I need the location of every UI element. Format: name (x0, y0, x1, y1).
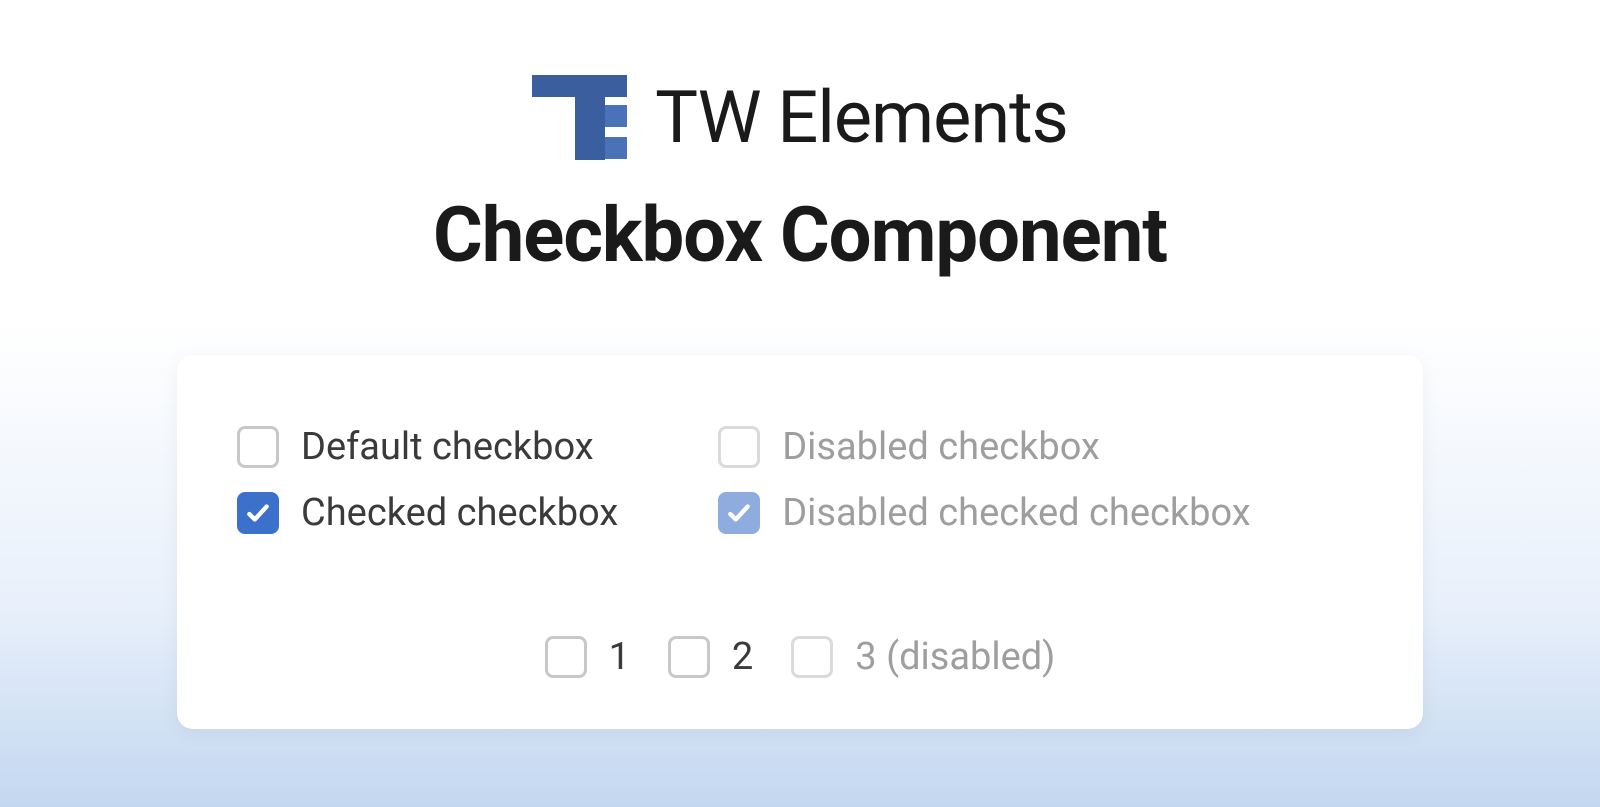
checkbox-item-inline-1: 1 (545, 635, 630, 679)
checkbox-label: 3 (disabled) (855, 635, 1055, 679)
checkbox-inline-2[interactable] (668, 636, 710, 678)
demo-card: Default checkbox Checked checkbox Disabl… (177, 355, 1423, 729)
logo-icon (532, 75, 627, 160)
checkbox-column-right: Disabled checkbox Disabled checked check… (718, 425, 1250, 535)
checkbox-inline-1[interactable] (545, 636, 587, 678)
checkbox-item-disabled: Disabled checkbox (718, 425, 1250, 469)
brand: TW Elements (532, 75, 1068, 160)
checkbox-label: Disabled checkbox (782, 425, 1100, 469)
checkbox-label: Default checkbox (301, 425, 594, 469)
checkbox-item-disabled-checked: Disabled checked checkbox (718, 491, 1250, 535)
checkbox-item-checked: Checked checkbox (237, 491, 618, 535)
check-icon (726, 500, 752, 526)
checkbox-default[interactable] (237, 426, 279, 468)
checkbox-inline-3-disabled (791, 636, 833, 678)
checkbox-disabled (718, 426, 760, 468)
checkbox-grid: Default checkbox Checked checkbox Disabl… (237, 425, 1363, 535)
check-icon (245, 500, 271, 526)
header: TW Elements Checkbox Component (0, 0, 1600, 280)
brand-name: TW Elements (655, 75, 1068, 160)
inline-checkbox-row: 1 2 3 (disabled) (237, 635, 1363, 679)
page-title: Checkbox Component (0, 190, 1600, 280)
checkbox-item-default: Default checkbox (237, 425, 618, 469)
checkbox-label: Checked checkbox (301, 491, 618, 535)
checkbox-column-left: Default checkbox Checked checkbox (237, 425, 618, 535)
checkbox-item-inline-2: 2 (668, 635, 753, 679)
checkbox-checked[interactable] (237, 492, 279, 534)
checkbox-item-inline-3: 3 (disabled) (791, 635, 1055, 679)
checkbox-disabled-checked (718, 492, 760, 534)
checkbox-label: 2 (732, 635, 753, 679)
checkbox-label: Disabled checked checkbox (782, 491, 1250, 535)
checkbox-label: 1 (609, 635, 630, 679)
